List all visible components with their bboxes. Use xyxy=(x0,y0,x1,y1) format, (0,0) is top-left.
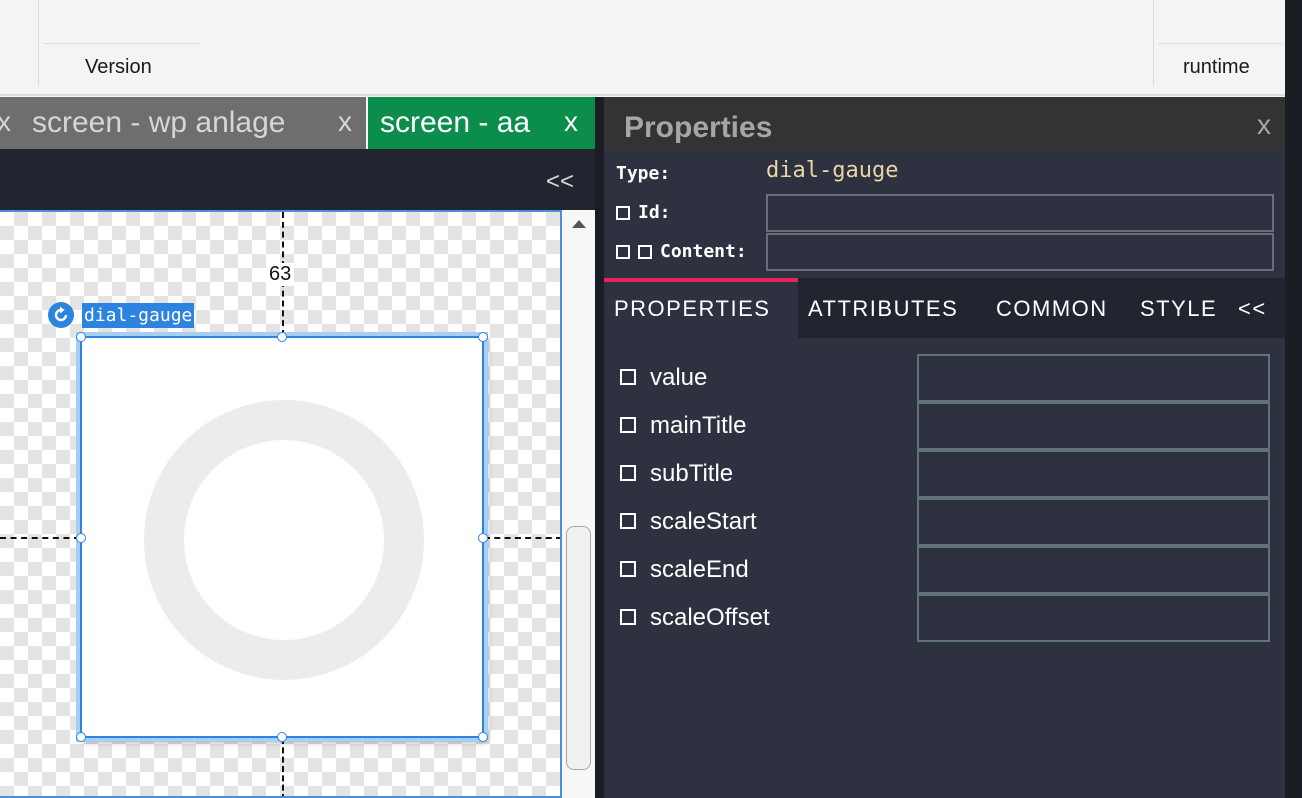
property-value-input[interactable] xyxy=(917,354,1270,402)
resize-handle[interactable] xyxy=(76,332,86,342)
vertical-scrollbar[interactable] xyxy=(562,210,595,798)
properties-title: Properties xyxy=(624,111,773,144)
top-header-bar: Version runtime xyxy=(0,0,1285,96)
tab-properties[interactable]: PROPERTIES xyxy=(614,296,770,322)
design-canvas[interactable]: 63 dial-gauge xyxy=(0,210,562,798)
property-value-input[interactable] xyxy=(917,594,1270,642)
property-row-scalestart: scaleStart xyxy=(604,498,1285,546)
editor-tab-bar: x screen - wp anlage x screen - aa x xyxy=(0,97,595,149)
property-value-input[interactable] xyxy=(917,402,1270,450)
property-row-scaleoffset: scaleOffset xyxy=(604,594,1285,642)
panel-splitter[interactable] xyxy=(595,97,604,798)
content-checkbox-secondary[interactable] xyxy=(638,245,652,259)
property-checkbox[interactable] xyxy=(620,465,636,481)
guide-line-horizontal xyxy=(0,537,80,539)
version-column-header[interactable]: Version xyxy=(85,56,152,79)
id-label: Id: xyxy=(638,202,671,223)
runtime-column-header[interactable]: runtime xyxy=(1183,56,1250,79)
close-icon[interactable]: x xyxy=(564,97,578,149)
tab-screen-wp-anlage[interactable]: screen - wp anlage x xyxy=(20,97,366,149)
gauge-ring xyxy=(144,400,424,680)
id-field[interactable] xyxy=(766,194,1274,232)
properties-header: Properties x xyxy=(604,97,1285,150)
tab-label: screen - aa xyxy=(380,106,531,139)
property-name: scaleEnd xyxy=(650,556,749,583)
property-name: subTitle xyxy=(650,460,734,487)
widget-tag[interactable]: dial-gauge xyxy=(48,302,195,328)
content-label: Content: xyxy=(660,241,747,262)
properties-panel: Properties x Type: dial-gauge Id: Conten… xyxy=(604,97,1285,798)
property-row-subtitle: subTitle xyxy=(604,450,1285,498)
tab-previous-partial[interactable]: x xyxy=(0,97,20,149)
resize-handle[interactable] xyxy=(76,732,86,742)
content-field[interactable] xyxy=(766,233,1274,271)
resize-handle[interactable] xyxy=(277,732,287,742)
resize-handle[interactable] xyxy=(478,732,488,742)
resize-handle[interactable] xyxy=(478,533,488,543)
close-icon[interactable]: x xyxy=(0,97,11,149)
header-underline xyxy=(44,43,200,44)
property-checkbox[interactable] xyxy=(620,561,636,577)
tab-label: screen - wp anlage xyxy=(32,106,286,139)
guide-distance-label: 63 xyxy=(266,263,295,286)
property-row-scaleend: scaleEnd xyxy=(604,546,1285,594)
property-row-maintitle: mainTitle xyxy=(604,402,1285,450)
tab-screen-aa[interactable]: screen - aa x xyxy=(368,97,595,149)
property-value-input[interactable] xyxy=(917,498,1270,546)
resize-handle[interactable] xyxy=(478,332,488,342)
collapse-tabs-button[interactable]: << xyxy=(1238,296,1267,322)
refresh-icon[interactable] xyxy=(48,302,74,328)
property-checkbox[interactable] xyxy=(620,609,636,625)
property-value-input[interactable] xyxy=(917,546,1270,594)
scroll-up-arrow-icon[interactable] xyxy=(572,220,586,228)
tab-attributes[interactable]: ATTRIBUTES xyxy=(808,296,958,322)
window-edge xyxy=(1285,0,1302,798)
scrollbar-thumb[interactable] xyxy=(566,526,591,770)
property-name: value xyxy=(650,364,708,391)
properties-tab-bar: PROPERTIES ATTRIBUTES COMMON STYLE << xyxy=(604,278,1285,338)
type-label: Type: xyxy=(616,163,671,184)
resize-handle[interactable] xyxy=(277,332,287,342)
tab-common[interactable]: COMMON xyxy=(996,296,1108,322)
property-name: mainTitle xyxy=(650,412,747,439)
content-checkbox[interactable] xyxy=(616,245,630,259)
property-name: scaleOffset xyxy=(650,604,770,631)
property-checkbox[interactable] xyxy=(620,417,636,433)
canvas-toolbar: << xyxy=(0,149,595,210)
header-underline xyxy=(1158,43,1282,44)
property-row-value: value xyxy=(604,354,1285,402)
column-divider xyxy=(1153,0,1154,86)
guide-line-vertical xyxy=(282,738,284,796)
dial-gauge-widget[interactable] xyxy=(76,332,488,742)
active-tab-indicator xyxy=(604,278,798,282)
resize-handle[interactable] xyxy=(76,533,86,543)
property-checkbox[interactable] xyxy=(620,369,636,385)
id-checkbox[interactable] xyxy=(616,206,630,220)
guide-line-horizontal xyxy=(484,537,560,539)
property-value-input[interactable] xyxy=(917,450,1270,498)
widget-type-label: dial-gauge xyxy=(82,302,195,328)
property-name: scaleStart xyxy=(650,508,757,535)
collapse-button[interactable]: << xyxy=(546,168,574,196)
property-checkbox[interactable] xyxy=(620,513,636,529)
close-icon[interactable]: x xyxy=(338,97,352,149)
tab-style[interactable]: STYLE xyxy=(1140,296,1217,322)
column-divider xyxy=(38,0,39,86)
type-value: dial-gauge xyxy=(766,158,899,183)
close-icon[interactable]: x xyxy=(1257,109,1271,141)
